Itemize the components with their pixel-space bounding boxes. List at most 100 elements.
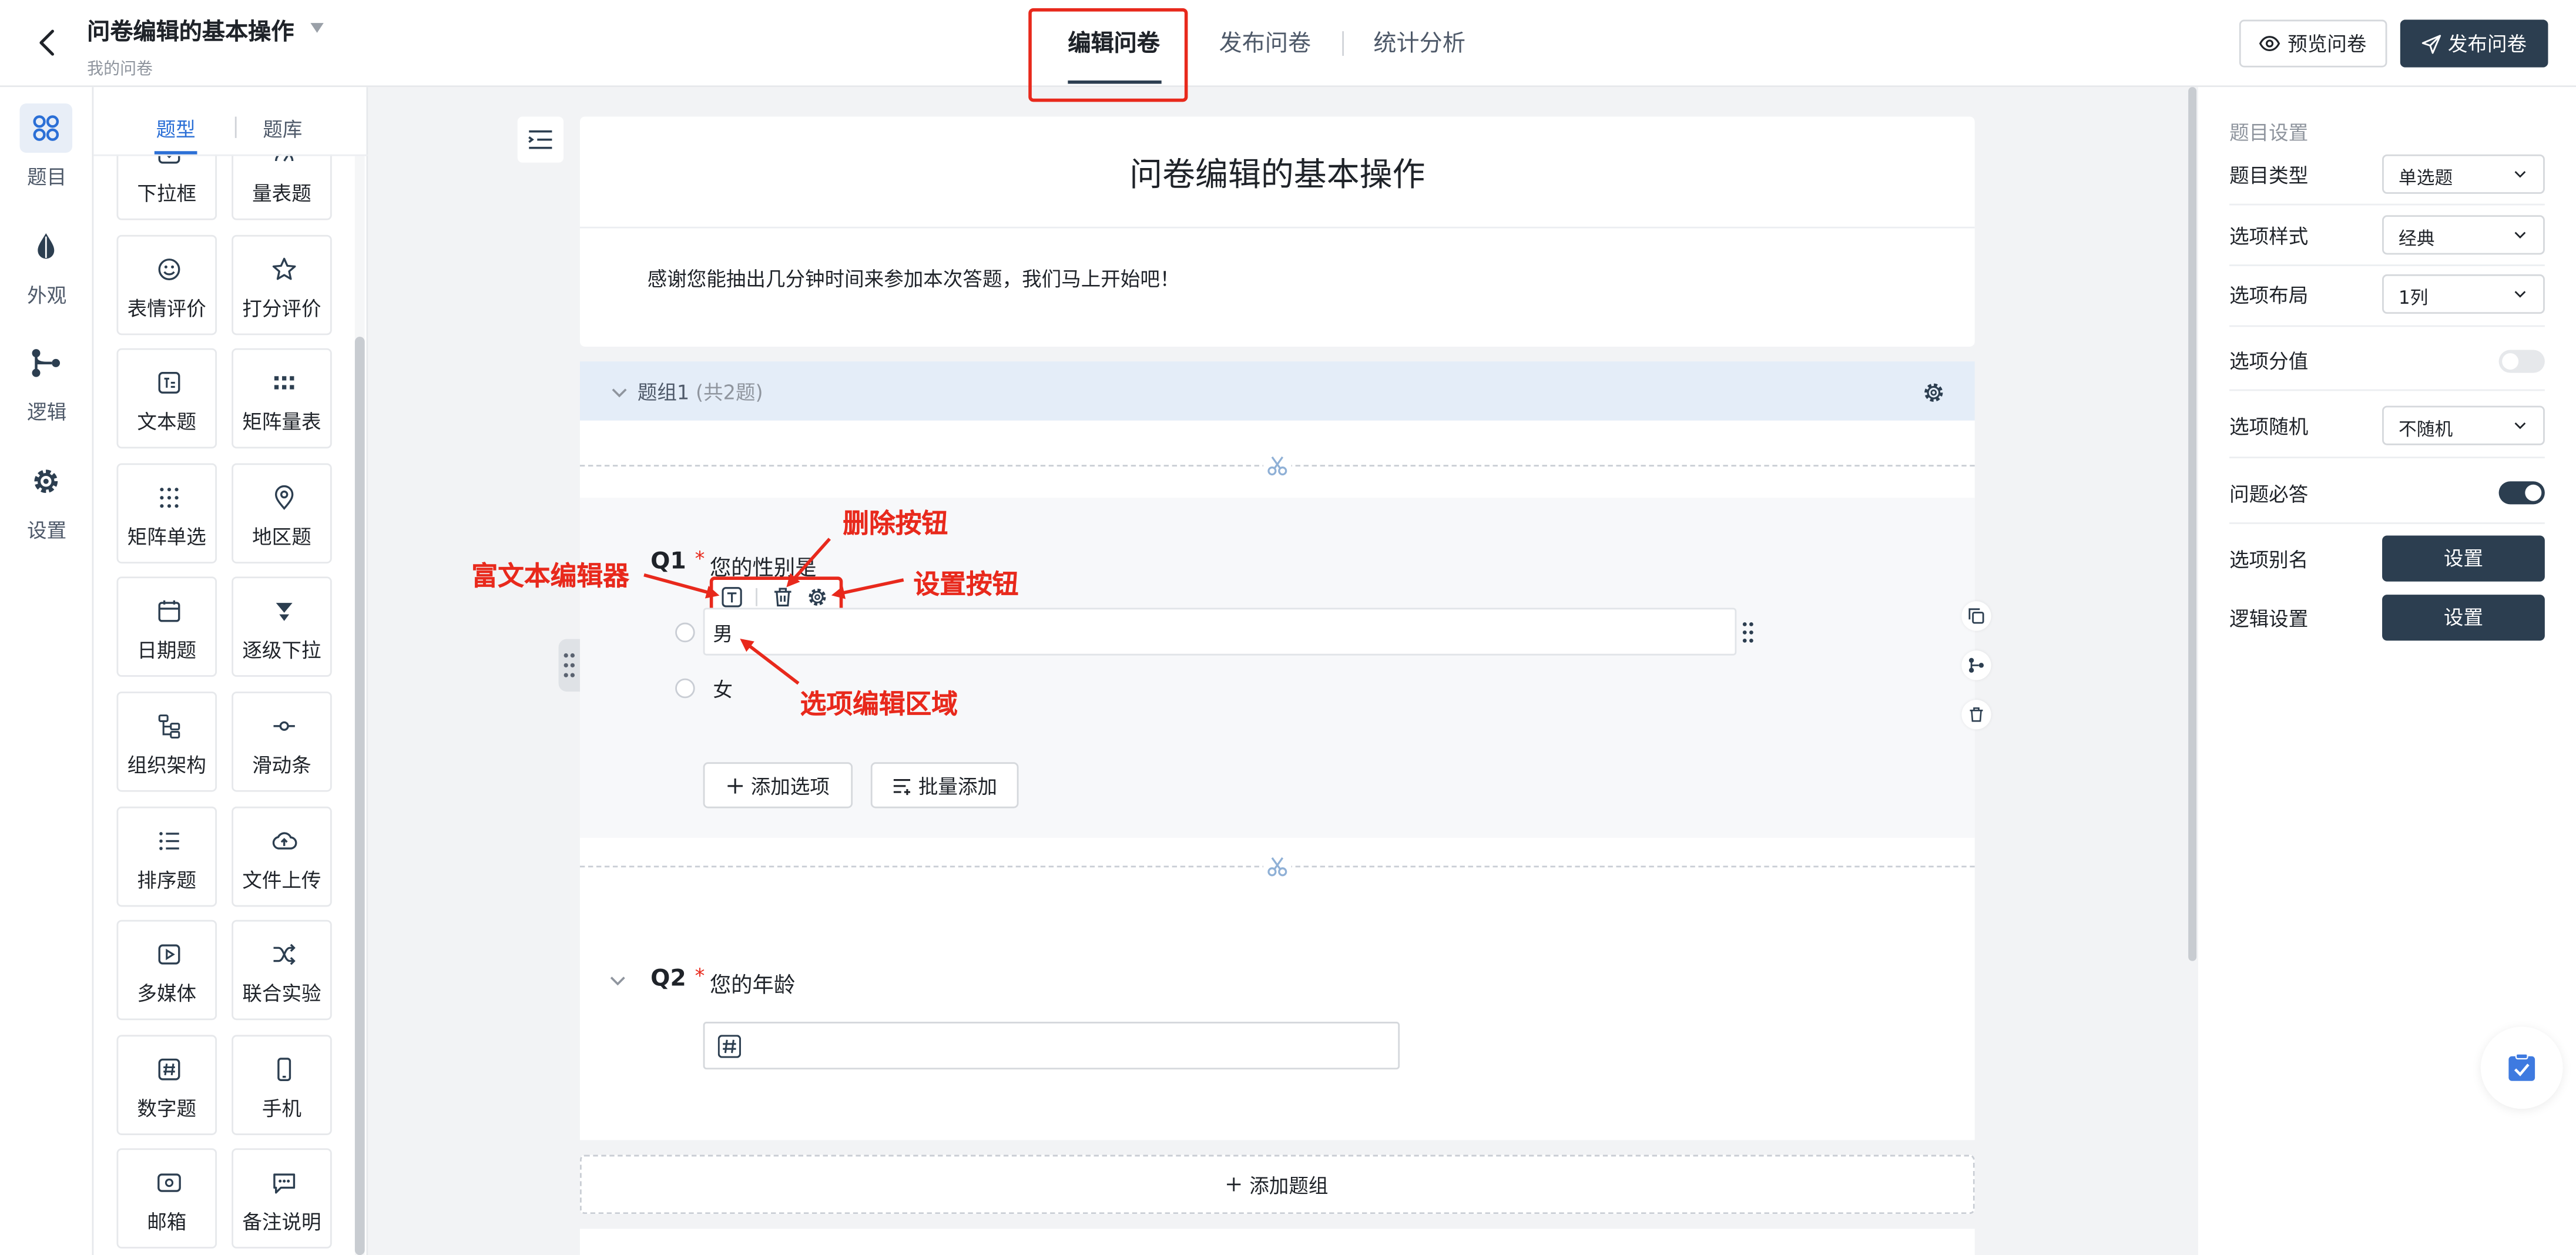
send-icon xyxy=(2421,33,2441,53)
rail-item-questions[interactable]: 题目 xyxy=(0,163,93,191)
outline-toggle-button[interactable] xyxy=(517,116,564,163)
grid-icon[interactable] xyxy=(29,112,62,145)
canvas-scrollbar-thumb[interactable] xyxy=(2188,87,2197,961)
question-type-card[interactable]: 表情评价 xyxy=(116,234,217,335)
option-layout-select[interactable]: 1列 xyxy=(2382,274,2545,314)
tab-statistics[interactable]: 统计分析 xyxy=(1373,26,1465,59)
delete-question-icon[interactable] xyxy=(1961,700,1991,730)
question-type-card[interactable]: 矩阵单选 xyxy=(116,463,217,564)
slider-icon xyxy=(271,713,297,739)
rail-item-appearance[interactable]: 外观 xyxy=(0,281,93,309)
question-type-card[interactable]: 文件上传 xyxy=(232,806,332,907)
question-2-title[interactable]: 您的年龄 xyxy=(710,968,795,999)
option-input-1[interactable] xyxy=(703,608,1737,656)
back-icon[interactable] xyxy=(33,26,62,59)
option-layout-value: 1列 xyxy=(2399,287,2429,309)
panel-scrollbar-thumb[interactable] xyxy=(354,337,365,1255)
question-type-select[interactable]: 单选题 xyxy=(2382,154,2545,194)
chevron-down-icon[interactable] xyxy=(609,382,629,402)
rail-item-settings[interactable]: 设置 xyxy=(0,516,93,544)
question-type-card[interactable]: 打分评价 xyxy=(232,234,332,335)
preview-button[interactable]: 预览问卷 xyxy=(2239,19,2387,68)
number-input[interactable] xyxy=(703,1022,1400,1070)
question-type-card[interactable]: 备注说明 xyxy=(232,1148,332,1249)
option-style-select[interactable]: 经典 xyxy=(2382,215,2545,255)
group-settings-icon[interactable] xyxy=(1922,381,1945,404)
option-drag-icon[interactable] xyxy=(1738,619,1758,646)
tab-question-types[interactable]: 题型 xyxy=(156,115,196,143)
group-title[interactable]: 题组1 (共2题) xyxy=(638,378,763,406)
tab-publish-survey[interactable]: 发布问卷 xyxy=(1219,26,1312,59)
option-radio[interactable] xyxy=(675,678,695,699)
required-mark: * xyxy=(695,964,705,988)
question-type-card[interactable]: 邮箱 xyxy=(116,1148,217,1249)
logic-settings-button-label: 设置 xyxy=(2443,606,2484,629)
floating-task-button[interactable] xyxy=(2480,1026,2563,1109)
annotation-option-area: 选项编辑区域 xyxy=(800,688,958,720)
option-score-toggle[interactable] xyxy=(2498,350,2545,373)
survey-intro[interactable]: 感谢您能抽出几分钟时间来参加本次答题，我们马上开始吧！ xyxy=(648,264,1180,293)
branch-icon[interactable] xyxy=(29,347,62,380)
question-type-label: 日期题 xyxy=(137,639,197,662)
question-type-label: 组织架构 xyxy=(127,754,206,777)
title-dropdown-icon[interactable] xyxy=(310,23,324,33)
option-1-text[interactable]: 男 xyxy=(713,619,733,647)
question-type-card[interactable]: 排序题 xyxy=(116,806,217,907)
batch-add-button[interactable]: 批量添加 xyxy=(870,762,1019,808)
location-icon xyxy=(271,485,297,511)
question-2-number: Q2 xyxy=(650,966,686,992)
question-type-card[interactable]: 日期题 xyxy=(116,576,217,677)
add-group-button[interactable]: 添加题组 xyxy=(579,1155,1975,1214)
option-alias-button[interactable]: 设置 xyxy=(2382,535,2545,582)
chevron-down-icon[interactable] xyxy=(608,971,628,991)
scissors-icon[interactable] xyxy=(1263,853,1292,881)
question-type-card[interactable]: 多媒体 xyxy=(116,920,217,1021)
question-type-label: 多媒体 xyxy=(137,982,197,1006)
rich-text-icon[interactable] xyxy=(721,586,742,608)
settings-icon[interactable] xyxy=(807,586,828,608)
rail-item-logic[interactable]: 逻辑 xyxy=(0,398,93,426)
question-type-card[interactable]: 逐级下拉 xyxy=(232,576,332,677)
plus-icon xyxy=(727,777,743,793)
option-radio[interactable] xyxy=(675,622,695,643)
tab-question-bank[interactable]: 题库 xyxy=(263,115,302,143)
question-type-card[interactable]: 文本题 xyxy=(116,348,217,449)
option-layout-label: 选项布局 xyxy=(2229,284,2309,307)
question-type-card[interactable]: 地区题 xyxy=(232,463,332,564)
question-type-card[interactable]: 矩阵量表 xyxy=(232,348,332,449)
annotation-rich-text-editor: 富文本编辑器 xyxy=(471,560,629,592)
breadcrumb[interactable]: 我的问卷 xyxy=(87,54,153,79)
group-name: 题组1 xyxy=(637,381,690,404)
question-type-card[interactable]: 滑动条 xyxy=(232,692,332,792)
drop-icon[interactable] xyxy=(29,230,62,263)
question-type-card[interactable]: 手机 xyxy=(232,1035,332,1135)
sort-icon xyxy=(156,828,183,854)
required-label: 问题必答 xyxy=(2229,483,2309,506)
option-2-text[interactable]: 女 xyxy=(713,675,733,703)
question-type-card[interactable]: 组织架构 xyxy=(116,692,217,792)
survey-title-header[interactable]: 问卷编辑的基本操作 xyxy=(87,15,294,48)
next-card xyxy=(579,1229,1975,1255)
survey-title[interactable]: 问卷编辑的基本操作 xyxy=(580,148,1975,196)
add-option-button[interactable]: 添加选项 xyxy=(703,762,853,808)
scissors-icon[interactable] xyxy=(1263,451,1292,480)
drag-handle-icon[interactable] xyxy=(558,639,580,692)
required-toggle[interactable] xyxy=(2498,481,2545,505)
logic-settings-button[interactable]: 设置 xyxy=(2382,595,2545,641)
text-icon xyxy=(156,370,183,396)
publish-button[interactable]: 发布问卷 xyxy=(2400,19,2548,68)
question-type-label: 数字题 xyxy=(137,1097,197,1120)
option-score-label: 选项分值 xyxy=(2229,350,2309,373)
logic-branch-icon[interactable] xyxy=(1961,650,1991,680)
gear-icon[interactable] xyxy=(29,465,62,498)
question-type-card[interactable]: 数字题 xyxy=(116,1035,217,1135)
trash-icon[interactable] xyxy=(772,586,793,608)
option-random-select[interactable]: 不随机 xyxy=(2382,405,2545,445)
question-type-card[interactable]: 联合实验 xyxy=(232,920,332,1021)
question-type-label: 备注说明 xyxy=(242,1210,321,1234)
question-type-label: 文件上传 xyxy=(242,869,321,892)
settings-divider xyxy=(2229,264,2545,266)
question-group-bar[interactable] xyxy=(579,361,1975,421)
option-style-value: 经典 xyxy=(2399,228,2435,250)
copy-icon[interactable] xyxy=(1961,601,1991,631)
